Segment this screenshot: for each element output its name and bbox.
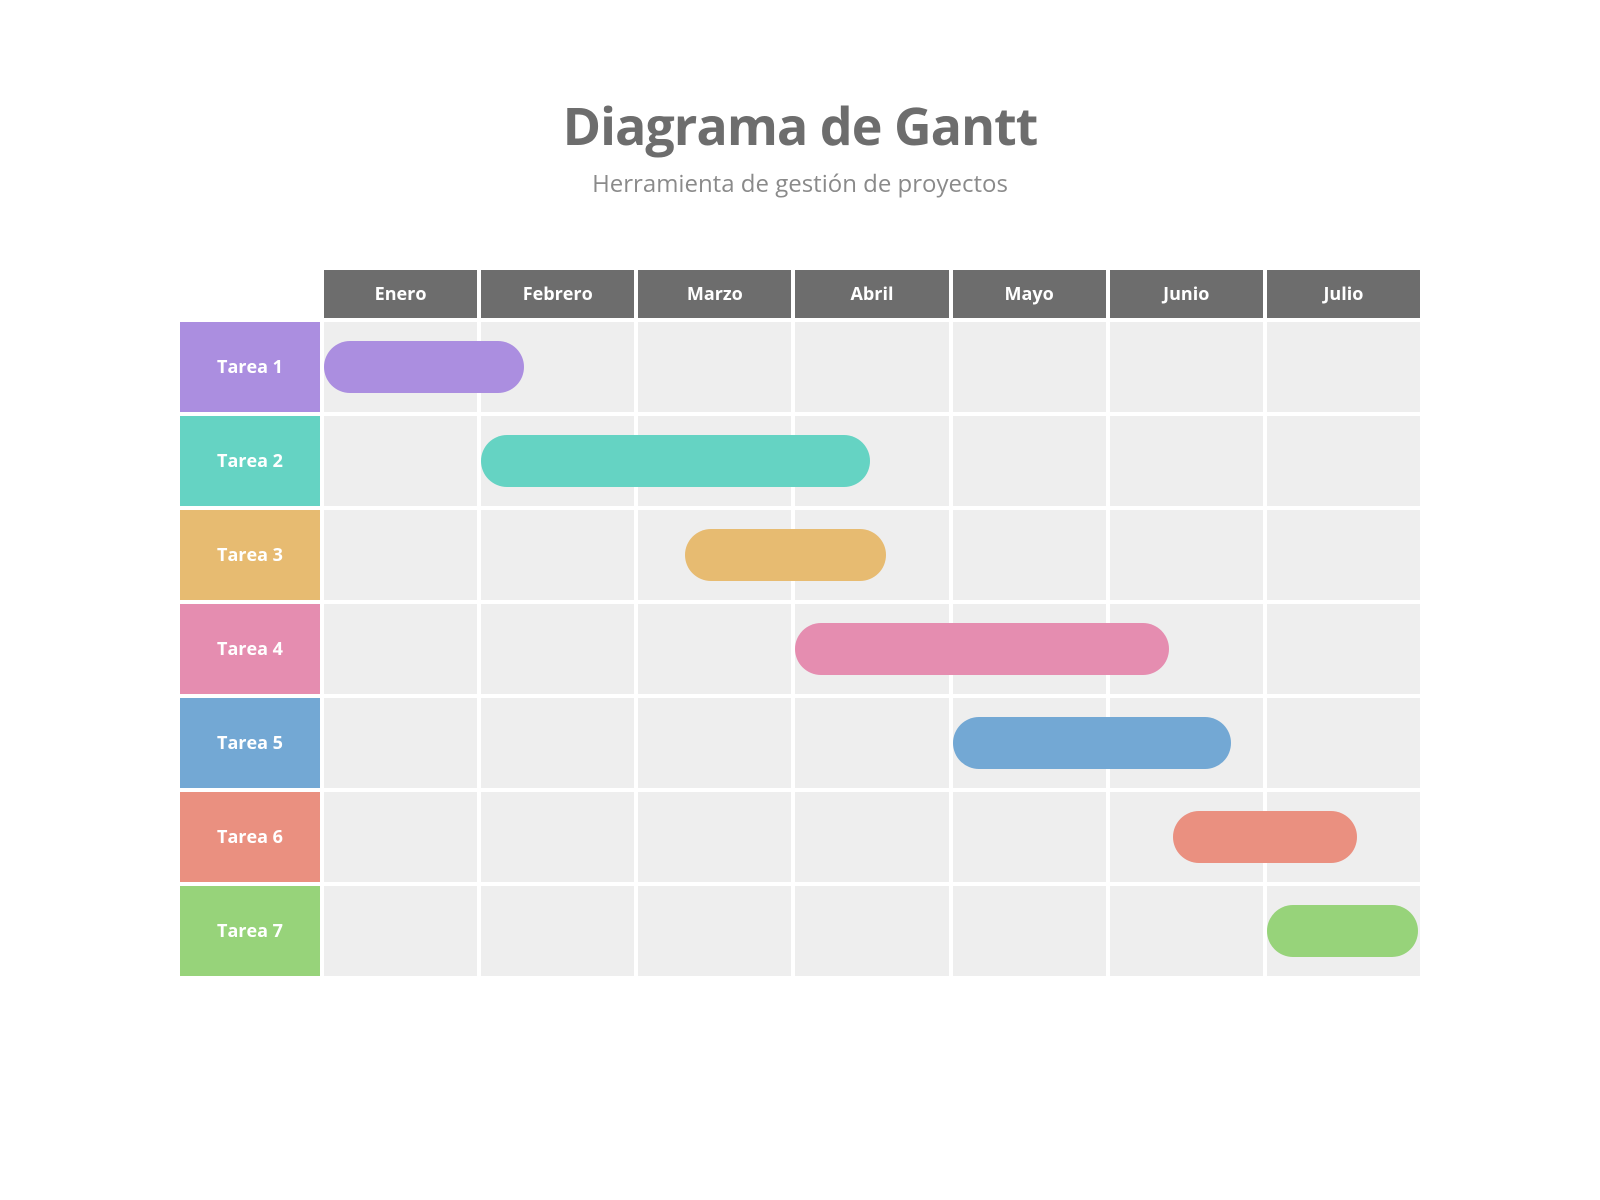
grid-cell (324, 510, 477, 600)
grid-cell (1110, 886, 1263, 976)
grid-cell (481, 886, 634, 976)
grid-cell (324, 886, 477, 976)
task-label: Tarea 7 (180, 886, 320, 976)
task-label: Tarea 4 (180, 604, 320, 694)
header-row: Enero Febrero Marzo Abril Mayo Junio Jul… (180, 270, 1420, 318)
task-label: Tarea 5 (180, 698, 320, 788)
grid-cell (953, 322, 1106, 412)
grid-cell (638, 792, 791, 882)
grid-cell (481, 510, 634, 600)
task-label: Tarea 2 (180, 416, 320, 506)
grid-cell (795, 416, 948, 506)
grid-cell (481, 322, 634, 412)
month-header: Junio (1110, 270, 1263, 318)
grid-cell (953, 792, 1106, 882)
grid-cell (795, 510, 948, 600)
chart-title: Diagrama de Gantt (563, 90, 1038, 161)
grid-cell (481, 604, 634, 694)
grid-cell (481, 792, 634, 882)
header-corner (180, 270, 320, 318)
task-label: Tarea 6 (180, 792, 320, 882)
task-label: Tarea 1 (180, 322, 320, 412)
chart-subtitle: Herramienta de gestión de proyectos (592, 167, 1008, 200)
gantt-chart: Enero Febrero Marzo Abril Mayo Junio Jul… (180, 270, 1420, 976)
grid-cell (953, 698, 1106, 788)
grid-cell (638, 886, 791, 976)
grid-cell (1267, 510, 1420, 600)
grid-cell (638, 416, 791, 506)
grid-cell (1110, 416, 1263, 506)
grid-cell (795, 698, 948, 788)
month-header: Marzo (638, 270, 791, 318)
grid-cell (1110, 510, 1263, 600)
grid-cell (1267, 604, 1420, 694)
grid-cell (324, 604, 477, 694)
grid-cell (953, 510, 1106, 600)
grid-cell (953, 416, 1106, 506)
grid-cell (324, 416, 477, 506)
grid-cell (1110, 322, 1263, 412)
month-header: Febrero (481, 270, 634, 318)
month-header: Abril (795, 270, 948, 318)
grid-cell (324, 698, 477, 788)
grid-cell (638, 698, 791, 788)
task-label: Tarea 3 (180, 510, 320, 600)
grid-cell (481, 416, 634, 506)
grid-cell (795, 322, 948, 412)
grid-cell (795, 792, 948, 882)
gantt-body: Tarea 1Tarea 2Tarea 3Tarea 4Tarea 5Tarea… (180, 322, 1420, 976)
grid-cell (1267, 322, 1420, 412)
grid-cell (1267, 416, 1420, 506)
grid-cell (1267, 698, 1420, 788)
grid-cell (638, 510, 791, 600)
grid-cell (1267, 792, 1420, 882)
month-header: Julio (1267, 270, 1420, 318)
month-header: Enero (324, 270, 477, 318)
grid-cell (324, 322, 477, 412)
grid-cell (1110, 604, 1263, 694)
grid-cell (953, 604, 1106, 694)
grid-cell (324, 792, 477, 882)
grid-cell (1110, 698, 1263, 788)
grid-cell (638, 604, 791, 694)
grid-cell (953, 886, 1106, 976)
month-header: Mayo (953, 270, 1106, 318)
grid-cell (1267, 886, 1420, 976)
grid-cell (481, 698, 634, 788)
grid-cell (795, 604, 948, 694)
grid-cell (638, 322, 791, 412)
grid-cell (795, 886, 948, 976)
grid-cell (1110, 792, 1263, 882)
